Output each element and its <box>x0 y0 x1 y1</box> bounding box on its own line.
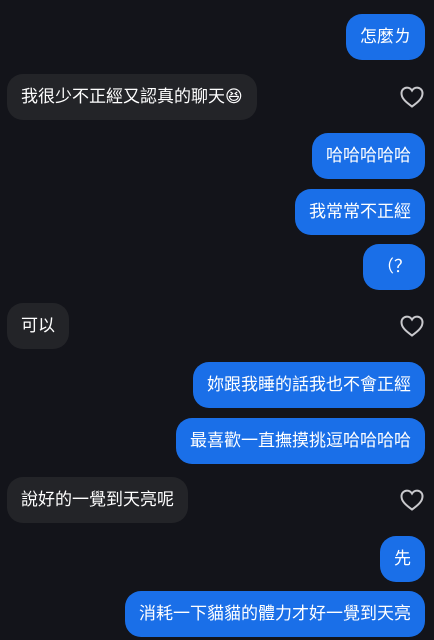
chat-thread: 怎麼ㄌ 我很少不正經又認真的聊天😆 哈哈哈哈哈 我常常不正經 （？ 可以 妳跟我… <box>0 0 434 640</box>
message-bubble-sent[interactable]: 怎麼ㄌ <box>346 14 425 60</box>
message-bubble-sent[interactable]: （？ <box>363 244 425 290</box>
message-bubble-sent[interactable]: 妳跟我睡的話我也不會正經 <box>193 362 425 408</box>
message-bubble-sent[interactable]: 先 <box>380 536 425 582</box>
message-bubble-received[interactable]: 說好的一覺到天亮呢 <box>7 477 188 523</box>
message-bubble-received[interactable]: 可以 <box>7 303 69 349</box>
message-bubble-sent[interactable]: 哈哈哈哈哈 <box>312 133 425 179</box>
heart-outline-icon[interactable] <box>400 489 424 511</box>
heart-outline-icon[interactable] <box>400 315 424 337</box>
message-bubble-sent[interactable]: 消耗一下貓貓的體力才好一覺到天亮 <box>125 591 425 637</box>
message-bubble-sent[interactable]: 最喜歡一直撫摸挑逗哈哈哈哈 <box>176 418 425 464</box>
message-bubble-received[interactable]: 我很少不正經又認真的聊天😆 <box>7 74 257 120</box>
top-edge <box>0 0 434 4</box>
heart-outline-icon[interactable] <box>400 86 424 108</box>
message-bubble-sent[interactable]: 我常常不正經 <box>295 189 425 235</box>
